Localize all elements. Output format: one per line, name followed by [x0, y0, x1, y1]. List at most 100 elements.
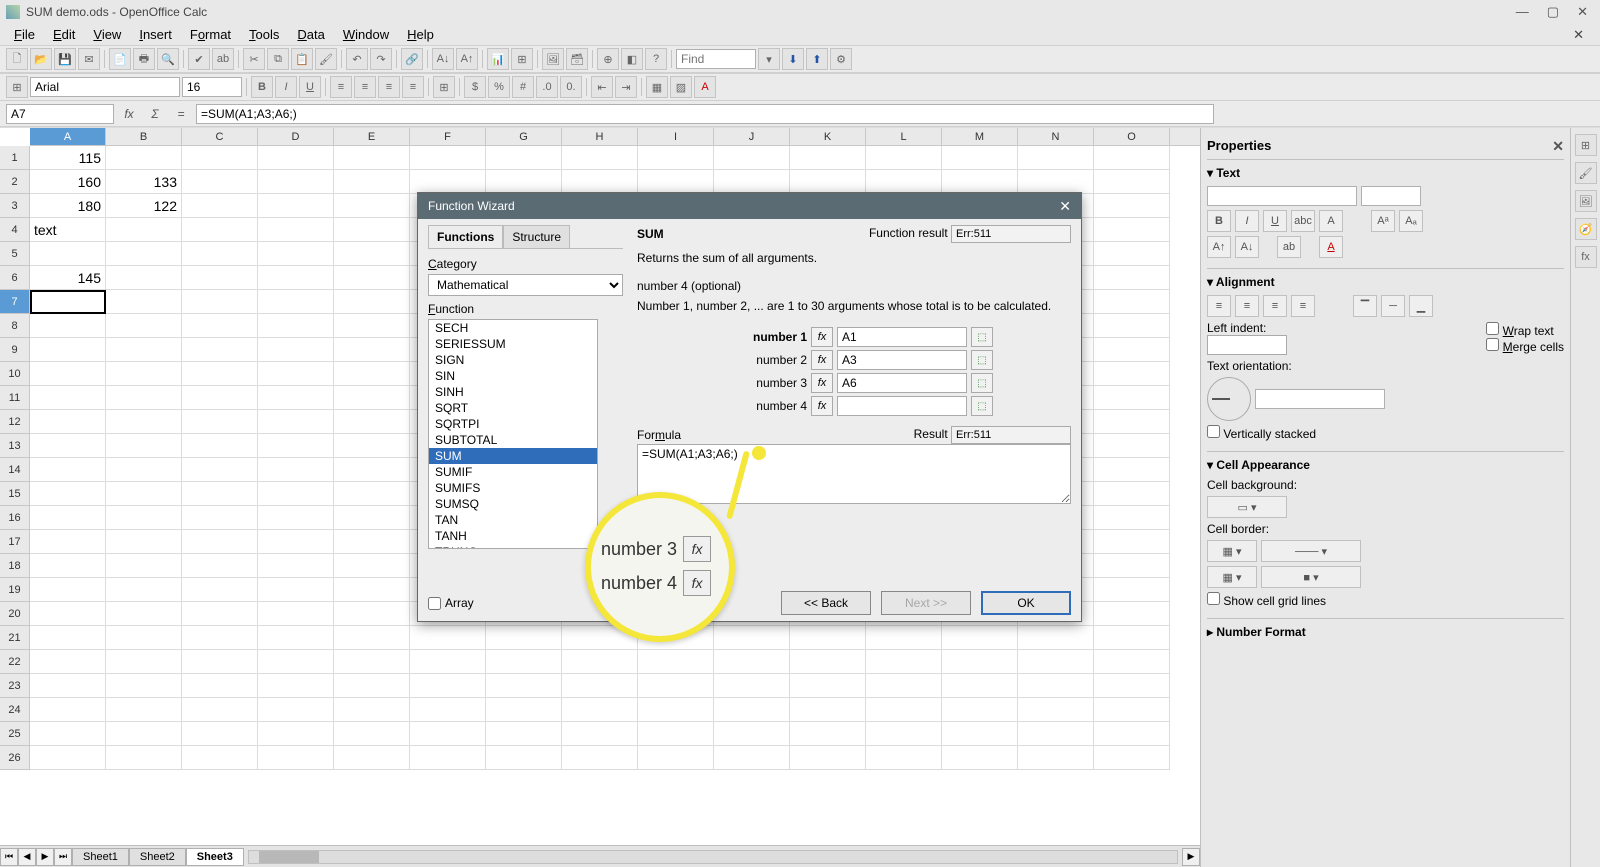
cell-bg-picker[interactable]: ▭ ▾ [1207, 496, 1287, 518]
cell-O19[interactable] [1094, 578, 1170, 602]
cell-L21[interactable] [866, 626, 942, 650]
cell-M2[interactable] [942, 170, 1018, 194]
cell-D1[interactable] [258, 146, 334, 170]
panel-highlight-icon[interactable]: ab [1277, 236, 1301, 258]
function-item-sinh[interactable]: SINH [429, 384, 597, 400]
cell-D4[interactable] [258, 218, 334, 242]
cell-D12[interactable] [258, 410, 334, 434]
datasource-icon[interactable]: 🗃 [566, 48, 588, 70]
cell-J22[interactable] [714, 650, 790, 674]
column-header-G[interactable]: G [486, 128, 562, 145]
cell-O14[interactable] [1094, 458, 1170, 482]
menu-file[interactable]: File [6, 25, 43, 44]
cell-A6[interactable]: 145 [30, 266, 106, 290]
sidebar-gallery-icon[interactable]: 🖼 [1575, 190, 1597, 212]
cell-B17[interactable] [106, 530, 182, 554]
cell-C24[interactable] [182, 698, 258, 722]
row-header-1[interactable]: 1 [0, 146, 30, 170]
cell-B16[interactable] [106, 506, 182, 530]
special-icon[interactable]: ⊕ [597, 48, 619, 70]
chart-icon[interactable]: 📊 [487, 48, 509, 70]
arg-shrink-btn-4[interactable]: ⬚ [971, 396, 993, 416]
font-name-combo[interactable] [30, 77, 180, 97]
cell-H2[interactable] [562, 170, 638, 194]
cell-B2[interactable]: 133 [106, 170, 182, 194]
function-icon[interactable]: = [170, 104, 192, 124]
cell-O16[interactable] [1094, 506, 1170, 530]
cell-E22[interactable] [334, 650, 410, 674]
panel-align-left-icon[interactable]: ≡ [1207, 295, 1231, 317]
row-header-5[interactable]: 5 [0, 242, 30, 266]
panel-bold-icon[interactable]: B [1207, 210, 1231, 232]
cell-O11[interactable] [1094, 386, 1170, 410]
cell-K25[interactable] [790, 722, 866, 746]
cell-B23[interactable] [106, 674, 182, 698]
cell-A5[interactable] [30, 242, 106, 266]
cell-D6[interactable] [258, 266, 334, 290]
panel-super-icon[interactable]: Aᵃ [1371, 210, 1395, 232]
function-item-subtotal[interactable]: SUBTOTAL [429, 432, 597, 448]
cell-A4[interactable]: text [30, 218, 106, 242]
find-dropdown-icon[interactable]: ▾ [758, 48, 780, 70]
cell-A8[interactable] [30, 314, 106, 338]
function-item-sumif[interactable]: SUMIF [429, 464, 597, 480]
cell-A17[interactable] [30, 530, 106, 554]
function-item-tanh[interactable]: TANH [429, 528, 597, 544]
cell-C1[interactable] [182, 146, 258, 170]
cell-G22[interactable] [486, 650, 562, 674]
next-sheet-icon[interactable]: ▶ [36, 848, 54, 866]
cell-B24[interactable] [106, 698, 182, 722]
row-header-12[interactable]: 12 [0, 410, 30, 434]
cell-F22[interactable] [410, 650, 486, 674]
copy-icon[interactable]: ⧉ [267, 48, 289, 70]
cell-E1[interactable] [334, 146, 410, 170]
row-header-22[interactable]: 22 [0, 650, 30, 674]
cell-B12[interactable] [106, 410, 182, 434]
cell-D5[interactable] [258, 242, 334, 266]
cell-L22[interactable] [866, 650, 942, 674]
styles-icon[interactable]: ⊞ [6, 76, 28, 98]
cell-D13[interactable] [258, 434, 334, 458]
cell-L25[interactable] [866, 722, 942, 746]
border-color-picker[interactable]: ■ ▾ [1261, 566, 1361, 588]
cell-A26[interactable] [30, 746, 106, 770]
cell-D18[interactable] [258, 554, 334, 578]
cell-K26[interactable] [790, 746, 866, 770]
find-options-icon[interactable]: ⚙ [830, 48, 852, 70]
cell-O10[interactable] [1094, 362, 1170, 386]
cell-G23[interactable] [486, 674, 562, 698]
cell-J21[interactable] [714, 626, 790, 650]
cell-L2[interactable] [866, 170, 942, 194]
row-header-25[interactable]: 25 [0, 722, 30, 746]
cell-C25[interactable] [182, 722, 258, 746]
cell-A23[interactable] [30, 674, 106, 698]
cell-J26[interactable] [714, 746, 790, 770]
new-icon[interactable]: 🗋 [6, 48, 28, 70]
cell-O25[interactable] [1094, 722, 1170, 746]
column-header-A[interactable]: A [30, 128, 106, 145]
cell-N22[interactable] [1018, 650, 1094, 674]
cell-B13[interactable] [106, 434, 182, 458]
wrap-checkbox[interactable]: Wrap text [1486, 324, 1553, 338]
cell-F2[interactable] [410, 170, 486, 194]
cell-G25[interactable] [486, 722, 562, 746]
font-size-combo[interactable] [182, 77, 242, 97]
cell-C13[interactable] [182, 434, 258, 458]
cell-L1[interactable] [866, 146, 942, 170]
column-header-N[interactable]: N [1018, 128, 1094, 145]
cell-D22[interactable] [258, 650, 334, 674]
cell-A18[interactable] [30, 554, 106, 578]
extra-icon[interactable]: ◧ [621, 48, 643, 70]
cell-C6[interactable] [182, 266, 258, 290]
cell-C2[interactable] [182, 170, 258, 194]
borders-icon[interactable]: ▦ [646, 76, 668, 98]
undo-icon[interactable]: ↶ [346, 48, 368, 70]
cell-E12[interactable] [334, 410, 410, 434]
cell-O22[interactable] [1094, 650, 1170, 674]
cell-D7[interactable] [258, 290, 334, 314]
cell-K23[interactable] [790, 674, 866, 698]
cell-C23[interactable] [182, 674, 258, 698]
arg-fx-btn-4[interactable]: fx [811, 396, 833, 416]
cell-J1[interactable] [714, 146, 790, 170]
cell-I22[interactable] [638, 650, 714, 674]
